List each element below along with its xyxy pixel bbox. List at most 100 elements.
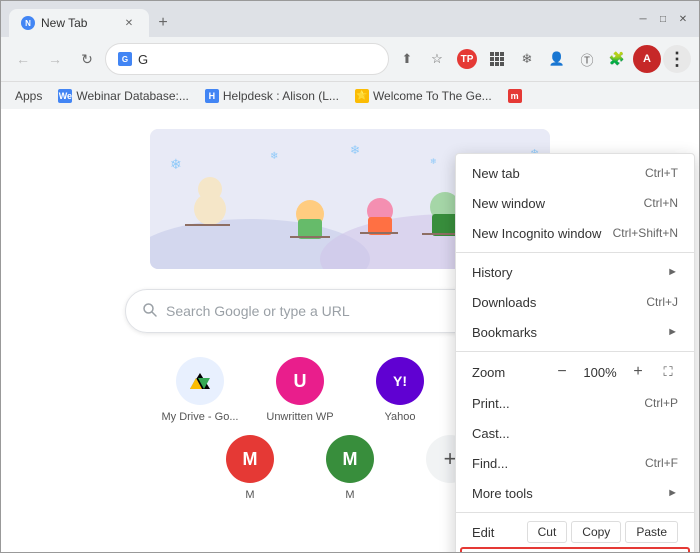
menu-item-find[interactable]: Find... Ctrl+F [456, 448, 694, 478]
tab-bar: N New Tab ✕ + [9, 1, 623, 37]
shortcuts-row-2: M M M M + [210, 435, 490, 501]
bookmark-welcome[interactable]: ⭐ Welcome To The Ge... [349, 87, 498, 105]
bookmarks-label: Bookmarks [472, 325, 663, 340]
menu-item-settings[interactable]: Settings [460, 547, 690, 552]
grid-icon-btn[interactable] [483, 45, 511, 73]
cast-label: Cast... [472, 426, 678, 441]
person-icon-btn[interactable]: 👤 [543, 45, 571, 73]
reload-button[interactable]: ↻ [73, 45, 101, 73]
snowflake-icon-btn[interactable]: ❄ [513, 45, 541, 73]
address-bar[interactable]: G G [105, 43, 389, 75]
back-button[interactable]: ← [9, 45, 37, 73]
yahoo-icon: Y! [376, 357, 424, 405]
forward-button[interactable]: → [41, 45, 69, 73]
bookmark-m[interactable]: m [502, 87, 528, 105]
toolbar: ← → ↻ G G ⬆ ☆ TP [1, 37, 699, 81]
main-content: ❄ ❄ ❄ ❄ ❄ Search Google or type a URL [1, 109, 699, 552]
divider-1 [456, 252, 694, 253]
shortcut-drive[interactable]: My Drive - Go... [160, 357, 240, 423]
puzzle-icon-btn[interactable]: 🧩 [603, 45, 631, 73]
svg-text:❄: ❄ [430, 157, 437, 166]
grid-icon [490, 52, 504, 66]
menu-item-print[interactable]: Print... Ctrl+P [456, 388, 694, 418]
maximize-button[interactable]: □ [655, 11, 671, 27]
zoom-plus-button[interactable]: + [626, 360, 650, 384]
tab-close-button[interactable]: ✕ [121, 15, 137, 31]
tab-favicon: N [21, 16, 35, 30]
m-favicon: m [508, 89, 522, 103]
zoom-value: 100% [582, 365, 618, 380]
menu-item-downloads[interactable]: Downloads Ctrl+J [456, 287, 694, 317]
zoom-label: Zoom [472, 365, 542, 380]
new-tab-label: New tab [472, 166, 637, 181]
new-window-label: New window [472, 196, 636, 211]
profile-button[interactable]: A [633, 45, 661, 73]
edit-label: Edit [472, 525, 523, 540]
incognito-label: New Incognito window [472, 226, 605, 241]
menu-item-history[interactable]: History ► [456, 257, 694, 287]
minimize-button[interactable]: ─ [635, 11, 651, 27]
m-red-label: M [245, 489, 254, 501]
shortcut-m-red[interactable]: M M [210, 435, 290, 501]
shortcut-m-green[interactable]: M M [310, 435, 390, 501]
window-controls: ─ □ ✕ [635, 11, 691, 27]
edit-row: Edit Cut Copy Paste [456, 517, 694, 547]
new-window-shortcut: Ctrl+N [644, 196, 678, 210]
menu-item-more-tools[interactable]: More tools ► [456, 478, 694, 508]
m-green-icon: M [326, 435, 374, 483]
cut-button[interactable]: Cut [527, 521, 568, 543]
bookmarks-bar: Apps We Webinar Database:... H Helpdesk … [1, 81, 699, 109]
menu-button[interactable]: ⋮ [663, 45, 691, 73]
dropdown-menu: New tab Ctrl+T New window Ctrl+N New Inc… [455, 153, 695, 552]
unwritten-icon: U [276, 357, 324, 405]
history-label: History [472, 265, 663, 280]
browser-window: N New Tab ✕ + ─ □ ✕ ← → ↻ G G ⬆ ☆ TP [0, 0, 700, 553]
bookmark-webinar[interactable]: We Webinar Database:... [52, 87, 195, 105]
share-icon-btn[interactable]: ⬆ [393, 45, 421, 73]
menu-item-incognito[interactable]: New Incognito window Ctrl+Shift+N [456, 218, 694, 248]
drive-svg [188, 369, 212, 393]
menu-item-new-tab[interactable]: New tab Ctrl+T [456, 158, 694, 188]
copy-button[interactable]: Copy [571, 521, 621, 543]
welcome-label: Welcome To The Ge... [373, 89, 492, 103]
address-favicon: G [118, 52, 132, 66]
bookmark-helpdesk[interactable]: H Helpdesk : Alison (L... [199, 87, 345, 105]
active-tab[interactable]: N New Tab ✕ [9, 9, 149, 37]
close-button[interactable]: ✕ [675, 11, 691, 27]
welcome-favicon: ⭐ [355, 89, 369, 103]
new-tab-shortcut: Ctrl+T [645, 166, 678, 180]
search-svg [142, 302, 158, 318]
search-icon [142, 302, 158, 321]
tab-title: New Tab [41, 16, 115, 30]
new-tab-button[interactable]: + [149, 9, 177, 37]
svg-text:❄: ❄ [270, 151, 278, 162]
more-tools-label: More tools [472, 486, 663, 501]
shortcut-unwritten[interactable]: U Unwritten WP [260, 357, 340, 423]
divider-2 [456, 351, 694, 352]
menu-item-new-window[interactable]: New window Ctrl+N [456, 188, 694, 218]
zoom-controls: − 100% + [550, 360, 650, 384]
menu-item-cast[interactable]: Cast... [456, 418, 694, 448]
print-shortcut: Ctrl+P [644, 396, 678, 410]
webinar-label: Webinar Database:... [76, 89, 189, 103]
apps-label: Apps [15, 89, 42, 103]
bookmark-apps[interactable]: Apps [9, 87, 48, 105]
print-label: Print... [472, 396, 636, 411]
tp-icon: TP [457, 49, 477, 69]
zoom-fullscreen-button[interactable]: ⛶ [658, 362, 678, 382]
helpdesk-label: Helpdesk : Alison (L... [223, 89, 339, 103]
star-icon-btn[interactable]: ☆ [423, 45, 451, 73]
bookmarks-arrow: ► [667, 326, 678, 338]
find-label: Find... [472, 456, 637, 471]
zoom-minus-button[interactable]: − [550, 360, 574, 384]
svg-text:❄: ❄ [170, 156, 182, 172]
menu-item-bookmarks[interactable]: Bookmarks ► [456, 317, 694, 347]
tp-icon-btn[interactable]: TP [453, 45, 481, 73]
downloads-shortcut: Ctrl+J [646, 295, 678, 309]
helpdesk-favicon: H [205, 89, 219, 103]
translate-icon-btn[interactable]: Ⓣ [573, 45, 601, 73]
m-green-label: M [345, 489, 354, 501]
paste-button[interactable]: Paste [625, 521, 678, 543]
shortcut-yahoo[interactable]: Y! Yahoo [360, 357, 440, 423]
unwritten-label: Unwritten WP [266, 411, 333, 423]
